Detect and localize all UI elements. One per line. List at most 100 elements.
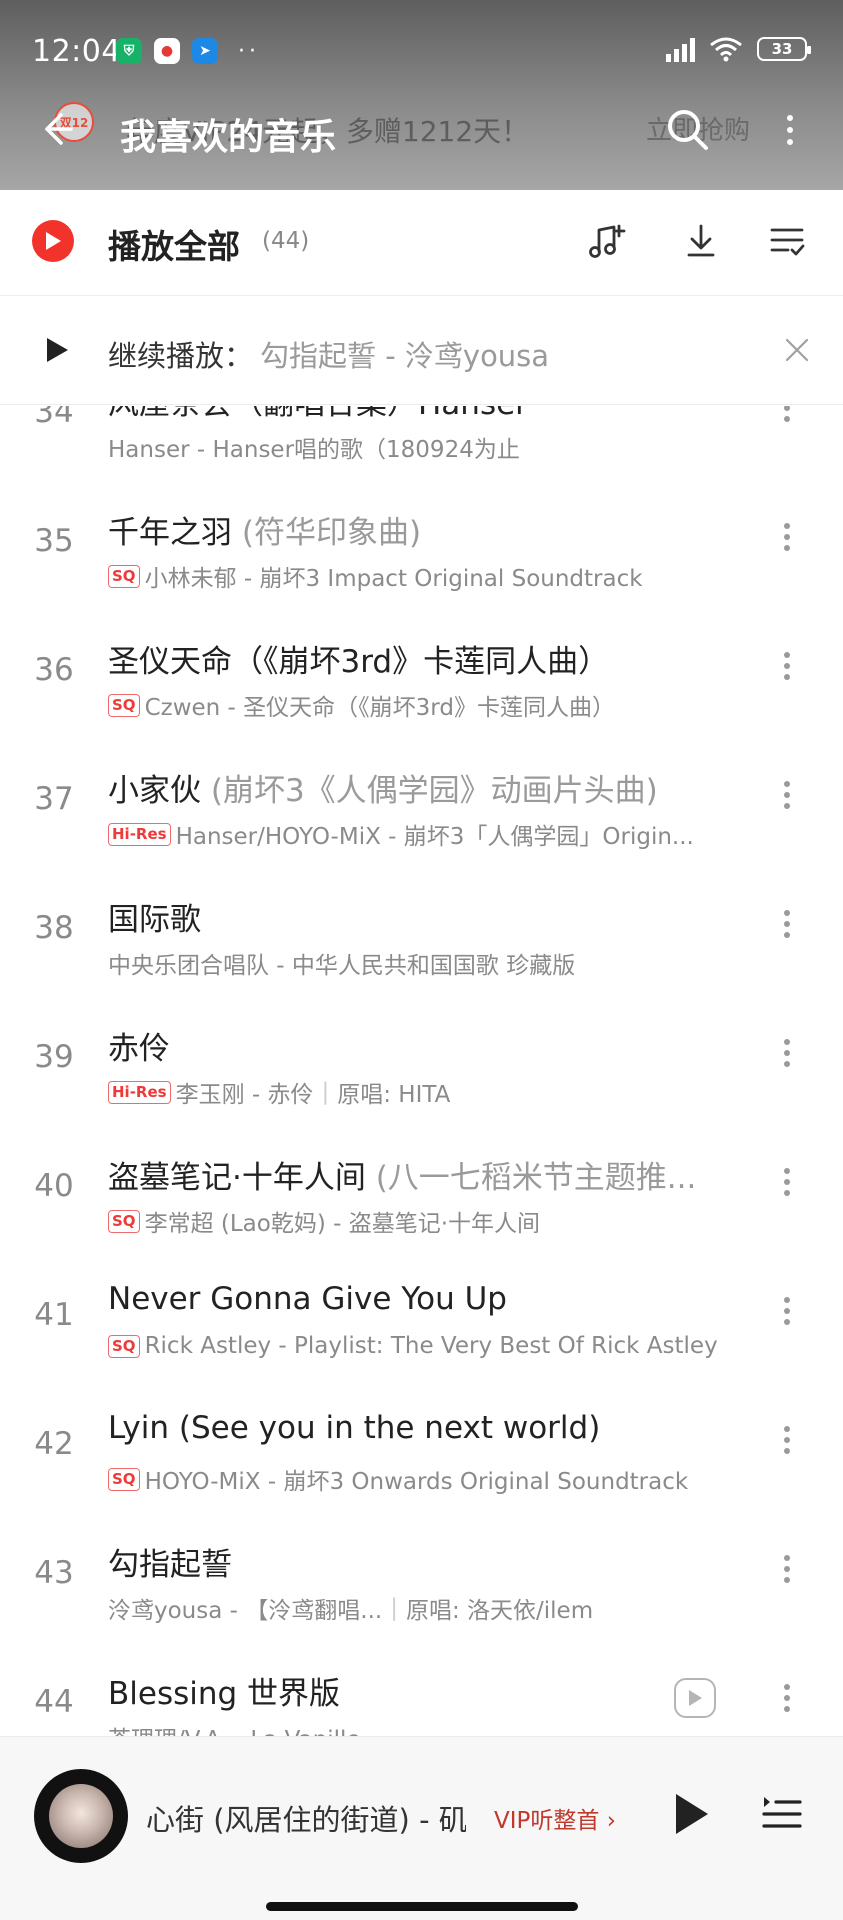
song-alias: (崩坏3《人偶学园》动画片头曲) [201,773,658,809]
red-app-icon: ● [154,38,180,64]
artist-album-text: Hanser/HOYO-MiX - 崩坏3「人偶学园」Origin... [175,824,694,850]
quality-badge: SQ [108,564,140,588]
artist-album-text: Hanser - Hanser唱的歌（180924为止 [108,437,520,463]
song-title-text: 国际歌 [108,902,201,938]
quality-badge: SQ [108,1334,140,1358]
song-title: 小家伙 (崩坏3《人偶学园》动画片头曲) [108,765,658,810]
song-row[interactable]: 39 赤伶 Hi-Res 李玉刚 - 赤伶 | 原唱: HITA [0,989,843,1118]
song-subtitle: 泠鸢yousa - 【泠鸢翻唱... | 原唱: 洛天依/ilem [108,1591,593,1625]
separator: | [390,1595,398,1621]
song-row[interactable]: 40 盗墓笔记·十年人间 (八一七稻米节主题推... SQ 李常超 (Lao乾妈) -… [0,1118,843,1247]
song-row[interactable]: 34 风屋茶会（翻唱合集）Hanser Hanser - Hanser唱的歌（180… [0,406,843,473]
mini-player-title[interactable]: 心街 (风居住的街道) - 矶村由纪子 [146,1797,466,1839]
list-check-icon [770,228,805,256]
home-indicator[interactable] [266,1902,578,1911]
search-icon[interactable] [662,104,714,156]
song-title-text: Never Gonna Give You Up [108,1281,507,1317]
continue-play-bar[interactable]: 继续播放： 勾指起誓 - 泠鸢yousa [0,297,843,405]
play-icon[interactable] [668,1789,712,1839]
quality-badge: SQ [108,1209,140,1233]
song-title-text: 勾指起誓 [108,1547,232,1583]
song-index: 43 [34,1555,74,1591]
quality-badge: Hi-Res [108,822,171,846]
song-index: 36 [34,652,74,688]
song-title-text: 小家伙 [108,773,201,809]
song-subtitle: SQ 李常超 (Lao乾妈) - 盗墓笔记·十年人间 [108,1204,540,1238]
download-icon [687,224,715,257]
song-subtitle: Hi-Res Hanser/HOYO-MiX - 崩坏3「人偶学园」Origin.… [108,817,694,851]
song-more-button[interactable] [772,1162,802,1202]
music-add-icon [589,224,626,258]
song-title: Lyin (See you in the next world) [108,1410,600,1446]
shield-app-icon: ⛨ [116,38,142,64]
song-title: 勾指起誓 [108,1539,232,1584]
song-index: 34 [34,406,74,430]
artist-album-text: 李常超 (Lao乾妈) - 盗墓笔记·十年人间 [144,1211,541,1237]
song-row[interactable]: 35 千年之羽 (符华印象曲) SQ 小林未郁 - 崩坏3 Impact Origin… [0,473,843,602]
back-button[interactable] [32,104,82,154]
more-options-button[interactable] [770,104,810,156]
page-title: 我喜欢的音乐 [120,117,337,158]
song-more-button[interactable] [772,646,802,686]
song-list: 34 风屋茶会（翻唱合集）Hanser Hanser - Hanser唱的歌（180… [0,406,843,1736]
song-more-button[interactable] [772,1678,802,1718]
artist-album-text: 泠鸢yousa - 【泠鸢翻唱... [108,1598,383,1624]
play-icon[interactable] [42,335,72,365]
nav-row: 双12 年度VIP24元起，多赠1212天！ 立即抢购 我喜欢的音乐 [0,90,843,170]
album-cover[interactable] [34,1769,128,1863]
back-arrow-icon [45,113,73,145]
add-to-playlist-button[interactable] [582,216,632,266]
close-icon[interactable] [782,335,812,365]
song-title: Never Gonna Give You Up [108,1281,507,1317]
original-singer-note: 原唱: 洛天依/ilem [405,1598,594,1624]
song-row[interactable]: 42 Lyin (See you in the next world) SQ HOYO… [0,1376,843,1505]
song-index: 44 [34,1684,74,1720]
song-row[interactable]: 41 Never Gonna Give You Up SQ Rick Astley -… [0,1247,843,1376]
multi-select-button[interactable] [762,216,812,266]
song-more-button[interactable] [772,775,802,815]
status-time: 12:04 [32,34,121,69]
song-title: 国际歌 [108,894,201,939]
song-index: 35 [34,523,74,559]
wifi-icon [710,37,742,62]
song-more-button[interactable] [772,1420,802,1460]
play-all-bar: 播放全部 (44) [0,190,843,296]
song-row[interactable]: 37 小家伙 (崩坏3《人偶学园》动画片头曲) Hi-Res Hanser/HOYO-… [0,731,843,860]
song-more-button[interactable] [772,904,802,944]
song-row[interactable]: 38 国际歌 中央乐团合唱队 - 中华人民共和国国歌 珍藏版 [0,860,843,989]
vip-listen-button[interactable]: VIP听整首 › [494,1801,616,1835]
song-title: 千年之羽 (符华印象曲) [108,507,421,552]
battery-icon: 33 [757,37,811,61]
song-subtitle: Hi-Res 李玉刚 - 赤伶 | 原唱: HITA [108,1075,450,1109]
song-row[interactable]: 43 勾指起誓泠鸢yousa - 【泠鸢翻唱... | 原唱: 洛天依/ilem [0,1505,843,1634]
status-bar: 12:04 ⛨ ● ➤ ·· 33 [0,0,843,80]
song-list-viewport[interactable]: 34 风屋茶会（翻唱合集）Hanser Hanser - Hanser唱的歌（180… [0,406,843,1736]
continue-song: 勾指起誓 - 泠鸢yousa [260,339,550,373]
song-title: 盗墓笔记·十年人间 (八一七稻米节主题推... [108,1152,696,1197]
artist-album-text: 小林未郁 - 崩坏3 Impact Original Soundtrack [144,566,643,592]
more-notifications-icon: ·· [238,38,260,64]
song-more-button[interactable] [772,1033,802,1073]
song-more-button[interactable] [772,1291,802,1331]
song-subtitle: SQ Czwen - 圣仪天命（《崩坏3rd》卡莲同人曲） [108,688,615,722]
song-subtitle: SQ Rick Astley - Playlist: The Very Best … [108,1333,718,1359]
mv-play-icon[interactable] [674,1678,716,1718]
song-more-button[interactable] [772,406,802,428]
quality-badge: SQ [108,693,140,717]
song-alias: (八一七稻米节主题推... [365,1160,697,1196]
artist-album-text: Rick Astley - Playlist: The Very Best Of… [144,1333,718,1359]
song-more-button[interactable] [772,1549,802,1589]
song-index: 38 [34,910,74,946]
song-more-button[interactable] [772,517,802,557]
song-index: 39 [34,1039,74,1075]
continue-label: 继续播放： [108,339,254,373]
song-row[interactable]: 44 Blessing 世界版茶理理/V.A. - La Vanille [0,1634,843,1736]
song-title: 圣仪天命（《崩坏3rd》卡莲同人曲） [108,636,609,681]
play-all-button[interactable] [32,220,74,262]
download-button[interactable] [676,216,726,266]
song-row[interactable]: 36 圣仪天命（《崩坏3rd》卡莲同人曲） SQ Czwen - 圣仪天命（《崩坏3r… [0,602,843,731]
song-count: (44) [262,228,310,254]
mini-player[interactable]: 心街 (风居住的街道) - 矶村由纪子 VIP听整首 › [0,1736,843,1920]
play-all-label[interactable]: 播放全部 [108,220,240,268]
playlist-queue-icon[interactable] [760,1791,804,1835]
